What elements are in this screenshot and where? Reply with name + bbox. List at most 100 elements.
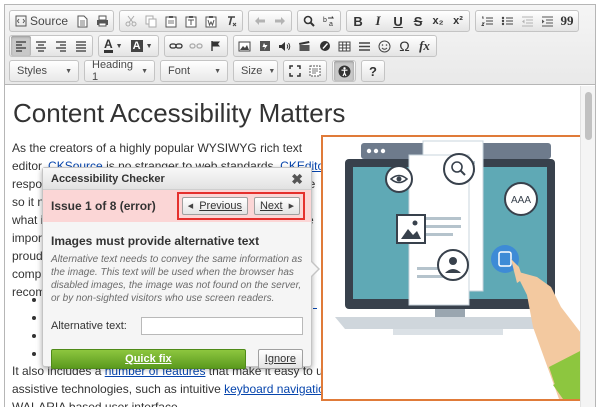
accessibility-illustration[interactable]: AAA (321, 135, 586, 401)
chevron-down-icon: ▼ (214, 67, 221, 75)
italic-icon: I (375, 13, 381, 28)
scrollbar-thumb[interactable] (585, 92, 592, 140)
aaa-badge-label: AAA (511, 195, 531, 206)
bg-color-button[interactable]: A ▼ (127, 36, 157, 56)
anchor-button[interactable] (206, 36, 226, 56)
issue-status-bar: Issue 1 of 8 (error) ◀ Previous Next ▶ (43, 190, 311, 222)
image-button[interactable] (235, 36, 255, 56)
numbered-list-button[interactable] (477, 11, 497, 31)
align-left-button[interactable] (11, 36, 31, 56)
paste-text-button[interactable] (181, 11, 201, 31)
justify-button[interactable] (71, 36, 91, 56)
unlink-icon (188, 43, 203, 49)
previous-button[interactable]: ◀ Previous (181, 197, 248, 215)
close-icon[interactable]: ✖ (291, 172, 303, 186)
text-color-button[interactable]: A ▼ (100, 36, 127, 56)
video-icon (299, 41, 310, 51)
align-right-button[interactable] (51, 36, 71, 56)
paste-word-button[interactable] (201, 11, 221, 31)
toolbar-group-insert: Ω fx (232, 35, 437, 57)
align-center-button[interactable] (31, 36, 51, 56)
rich-text-editor: Source ba B I U S x₂ x² 99 A ▼ A ▼ Ω fx … (4, 4, 596, 407)
print-button[interactable] (92, 11, 112, 31)
smiley-button[interactable] (375, 36, 395, 56)
remove-format-button[interactable] (221, 11, 241, 31)
math-icon: fx (419, 38, 430, 53)
remove-format-icon (228, 16, 237, 27)
link-button[interactable] (166, 36, 186, 56)
underline-button[interactable]: U (388, 11, 408, 31)
strike-button[interactable]: S (408, 11, 428, 31)
show-blocks-button[interactable] (305, 61, 325, 81)
issue-title: Images must provide alternative text (51, 234, 260, 248)
outdent-button[interactable] (517, 11, 537, 31)
help-button[interactable]: ? (363, 61, 383, 81)
styles-dropdown[interactable]: Styles ▼ (9, 60, 79, 82)
maximize-button[interactable] (285, 61, 305, 81)
unlink-button[interactable] (186, 36, 206, 56)
paste-text-icon (185, 15, 197, 27)
chevron-down-icon: ▼ (141, 67, 148, 75)
source-label: Source (30, 14, 69, 28)
special-char-button[interactable]: Ω (395, 36, 415, 56)
replace-button[interactable]: ba (319, 11, 339, 31)
toolbar-group-tools (283, 60, 327, 82)
cut-button[interactable] (121, 11, 141, 31)
toolbar-group-paragraph: 99 (475, 10, 580, 32)
audio-button[interactable] (275, 36, 295, 56)
accessibility-checker-panel: Accessibility Checker ✖ Issue 1 of 8 (er… (42, 167, 320, 369)
redo-button[interactable] (270, 11, 290, 31)
toolbar-row-3: Styles ▼ Heading 1 ▼ Font ▼ Size ▼ ? (9, 59, 390, 83)
a11y-checker-button[interactable] (334, 61, 354, 81)
indent-button[interactable] (537, 11, 557, 31)
flash-button[interactable] (255, 36, 275, 56)
format-label: Heading 1 (92, 59, 133, 83)
paragraph-line: WAI-ARIA based user interface. (12, 400, 181, 407)
panel-pointer (310, 260, 320, 278)
link-icon (168, 43, 183, 49)
new-page-button[interactable] (72, 11, 92, 31)
size-dropdown[interactable]: Size ▼ (233, 60, 278, 82)
paste-icon (165, 15, 177, 27)
superscript-button[interactable]: x² (448, 11, 468, 31)
toolbar-group-links (163, 35, 228, 57)
toolbar-group-undo (248, 10, 293, 32)
table-button[interactable] (335, 36, 355, 56)
content-scrollbar[interactable] (580, 86, 595, 407)
bold-button[interactable]: B (348, 11, 368, 31)
indent-icon (541, 16, 553, 27)
bulleted-list-button[interactable] (497, 11, 517, 31)
superscript-icon: x² (453, 15, 463, 27)
copy-button[interactable] (141, 11, 161, 31)
svg-text:a: a (329, 21, 333, 27)
next-button[interactable]: Next ▶ (253, 197, 300, 215)
help-icon: ? (369, 63, 377, 79)
accessibility-button[interactable] (315, 36, 335, 56)
toolbar-row-1: Source ba B I U S x₂ x² 99 (9, 10, 584, 32)
aaa-badge-icon: AAA (504, 182, 538, 216)
subscript-button[interactable]: x₂ (428, 11, 448, 31)
quick-fix-button[interactable]: Quick fix (51, 349, 246, 369)
toolbar-group-colors: A ▼ A ▼ (98, 35, 159, 57)
alt-text-input[interactable] (140, 317, 303, 335)
italic-button[interactable]: I (368, 11, 388, 31)
video-button[interactable] (295, 36, 315, 56)
toolbar-group-a11y (332, 60, 356, 82)
page-title: Content Accessibility Matters (13, 98, 346, 128)
find-icon (303, 15, 315, 27)
font-dropdown[interactable]: Font ▼ (160, 60, 228, 82)
paste-button[interactable] (161, 11, 181, 31)
align-center-icon (36, 40, 46, 52)
source-button[interactable]: Source (11, 11, 72, 31)
outdent-icon (521, 16, 533, 27)
undo-button[interactable] (250, 11, 270, 31)
ignore-button[interactable]: Ignore (257, 349, 303, 369)
hr-button[interactable] (355, 36, 375, 56)
toolbar-group-align (9, 35, 93, 57)
keyboard-navigation-link[interactable]: keyboard navigation (224, 382, 331, 396)
toolbar-group-document: Source (9, 10, 115, 32)
math-button[interactable]: fx (415, 36, 435, 56)
blockquote-button[interactable]: 99 (557, 11, 577, 31)
format-dropdown[interactable]: Heading 1 ▼ (84, 59, 155, 83)
find-button[interactable] (299, 11, 319, 31)
